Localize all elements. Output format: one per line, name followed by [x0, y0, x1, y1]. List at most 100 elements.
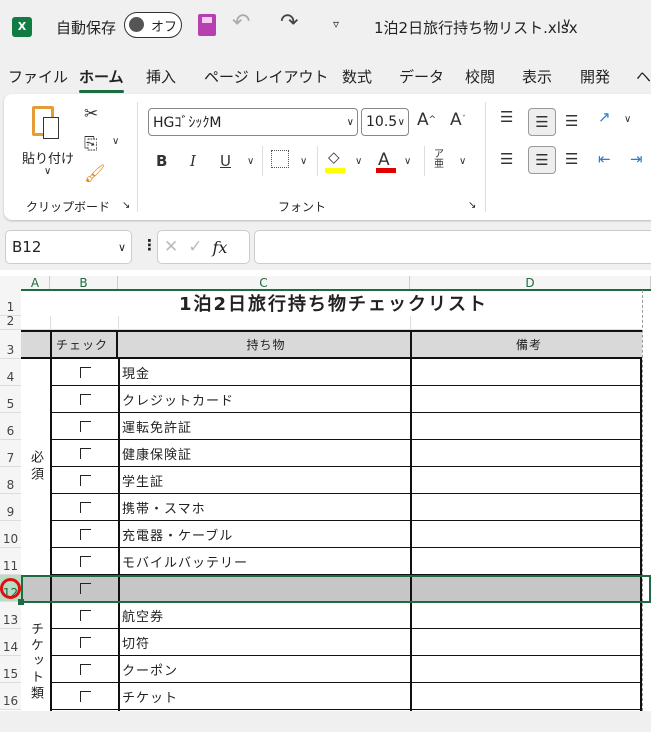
autosave-toggle[interactable]: オフ: [124, 12, 182, 38]
item-cell[interactable]: 携帯・スマホ: [118, 494, 410, 521]
orientation-chevron-icon[interactable]: ∨: [624, 114, 631, 125]
copy-chevron-icon[interactable]: ∨: [112, 136, 119, 147]
row-header[interactable]: 13: [0, 602, 21, 629]
bold-button[interactable]: B: [156, 152, 167, 170]
fill-color-chevron-icon[interactable]: ∨: [355, 156, 362, 167]
checkbox[interactable]: [80, 502, 91, 513]
checkbox[interactable]: [80, 610, 91, 621]
copy-icon[interactable]: ⎘: [84, 134, 98, 154]
borders-chevron-icon[interactable]: ∨: [300, 156, 307, 167]
formula-input[interactable]: [254, 230, 651, 264]
item-cell[interactable]: 運転免許証: [118, 413, 410, 440]
tab-home[interactable]: ホーム: [79, 66, 124, 93]
sheet-title[interactable]: 1泊2日旅行持ち物チェックリスト: [21, 290, 642, 316]
column-header-a[interactable]: A: [21, 276, 50, 290]
phonetic-chevron-icon[interactable]: ∨: [459, 156, 466, 167]
undo-icon[interactable]: ↶: [232, 10, 250, 35]
row-header[interactable]: 10: [0, 521, 21, 548]
row-header[interactable]: 11: [0, 548, 21, 575]
checkbox[interactable]: [80, 556, 91, 567]
item-cell[interactable]: 充電器・ケーブル: [118, 521, 410, 548]
enter-icon[interactable]: ✓: [188, 237, 202, 257]
increase-font-size-icon[interactable]: A ^: [417, 110, 436, 130]
checkbox[interactable]: [80, 394, 91, 405]
fill-color-icon[interactable]: ◇: [328, 148, 340, 166]
group-label-tickets[interactable]: チケット類: [21, 622, 50, 732]
checkbox[interactable]: [80, 475, 91, 486]
row-header[interactable]: 16: [0, 683, 21, 710]
checkbox[interactable]: [80, 529, 91, 540]
redo-icon[interactable]: ↷: [280, 10, 298, 35]
borders-icon[interactable]: [271, 150, 289, 168]
tab-more[interactable]: ヘ: [636, 66, 651, 87]
row-header[interactable]: 3: [0, 330, 21, 359]
cancel-icon[interactable]: ✕: [164, 237, 178, 257]
tab-formulas[interactable]: 数式: [342, 66, 372, 87]
orientation-icon[interactable]: ↗: [598, 108, 611, 126]
row-header[interactable]: 6: [0, 413, 21, 440]
item-cell[interactable]: 健康保険証: [118, 440, 410, 467]
font-color-chevron-icon[interactable]: ∨: [404, 156, 411, 167]
save-icon[interactable]: [198, 14, 216, 36]
align-bottom-icon[interactable]: ☰: [565, 112, 578, 130]
item-cell[interactable]: 切符: [118, 629, 410, 656]
tab-developer[interactable]: 開発: [580, 66, 610, 87]
customize-qat-icon[interactable]: ▿: [333, 17, 339, 31]
file-name[interactable]: 1泊2日旅行持ち物リスト.xlsx: [374, 17, 578, 38]
column-header-b[interactable]: B: [50, 276, 118, 290]
row-header[interactable]: 5: [0, 386, 21, 413]
row-header[interactable]: 14: [0, 629, 21, 656]
align-left-icon[interactable]: ☰: [500, 150, 513, 168]
filename-chevron-icon[interactable]: ∨: [562, 16, 572, 31]
paste-icon[interactable]: [32, 106, 59, 139]
paste-button[interactable]: 貼り付け: [22, 148, 74, 167]
checkbox[interactable]: [80, 367, 91, 378]
checkbox[interactable]: [80, 664, 91, 675]
checkbox[interactable]: [80, 637, 91, 648]
align-top-icon[interactable]: ☰: [500, 108, 513, 126]
decrease-indent-icon[interactable]: ⇤: [598, 150, 611, 168]
underline-chevron-icon[interactable]: ∨: [247, 156, 254, 167]
align-middle-icon[interactable]: ☰: [528, 108, 556, 136]
column-header-c[interactable]: C: [118, 276, 410, 290]
item-cell[interactable]: クレジットカード: [118, 386, 410, 413]
checkbox[interactable]: [80, 421, 91, 432]
clipboard-launcher-icon[interactable]: ↘: [122, 200, 130, 211]
insert-function-button[interactable]: fx: [213, 238, 228, 257]
row-header[interactable]: 1: [0, 290, 21, 316]
name-box[interactable]: B12 ∨: [5, 230, 132, 264]
font-name-dropdown[interactable]: HGｺﾞｼｯｸM ∨: [148, 108, 358, 136]
cut-icon[interactable]: ✂: [84, 104, 98, 124]
item-cell[interactable]: クーポン: [118, 656, 410, 683]
tab-file[interactable]: ファイル: [8, 66, 68, 87]
row-header[interactable]: 4: [0, 359, 21, 386]
align-center-icon[interactable]: ☰: [528, 146, 556, 174]
column-header-d[interactable]: D: [410, 276, 651, 290]
item-cell[interactable]: チケット: [118, 683, 410, 710]
row-header[interactable]: 8: [0, 467, 21, 494]
tab-page-layout[interactable]: ページ レイアウト: [204, 66, 328, 87]
tab-data[interactable]: データ: [399, 66, 444, 87]
format-painter-icon[interactable]: 🖌: [84, 164, 106, 184]
row-header[interactable]: 15: [0, 656, 21, 683]
tab-review[interactable]: 校閲: [465, 66, 495, 87]
font-size-dropdown[interactable]: 10.5 ∨: [361, 108, 409, 136]
item-cell[interactable]: 学生証: [118, 467, 410, 494]
font-launcher-icon[interactable]: ↘: [468, 200, 476, 211]
underline-button[interactable]: U: [220, 152, 231, 170]
formula-bar-grip-icon[interactable]: ⋮: [142, 236, 157, 254]
row-header[interactable]: 2: [0, 314, 21, 330]
align-right-icon[interactable]: ☰: [565, 150, 578, 168]
select-all-corner[interactable]: [0, 276, 21, 290]
item-cell[interactable]: モバイルバッテリー: [118, 548, 410, 575]
row-header[interactable]: 9: [0, 494, 21, 521]
checkbox[interactable]: [80, 448, 91, 459]
paste-chevron-icon[interactable]: ∨: [44, 166, 51, 177]
group-label-required[interactable]: 必須: [21, 359, 50, 575]
tab-insert[interactable]: 挿入: [146, 66, 176, 87]
item-cell[interactable]: 現金: [118, 359, 410, 386]
increase-indent-icon[interactable]: ⇥: [630, 150, 643, 168]
tab-view[interactable]: 表示: [522, 66, 552, 87]
item-cell[interactable]: 航空券: [118, 602, 410, 629]
italic-button[interactable]: I: [190, 152, 196, 170]
